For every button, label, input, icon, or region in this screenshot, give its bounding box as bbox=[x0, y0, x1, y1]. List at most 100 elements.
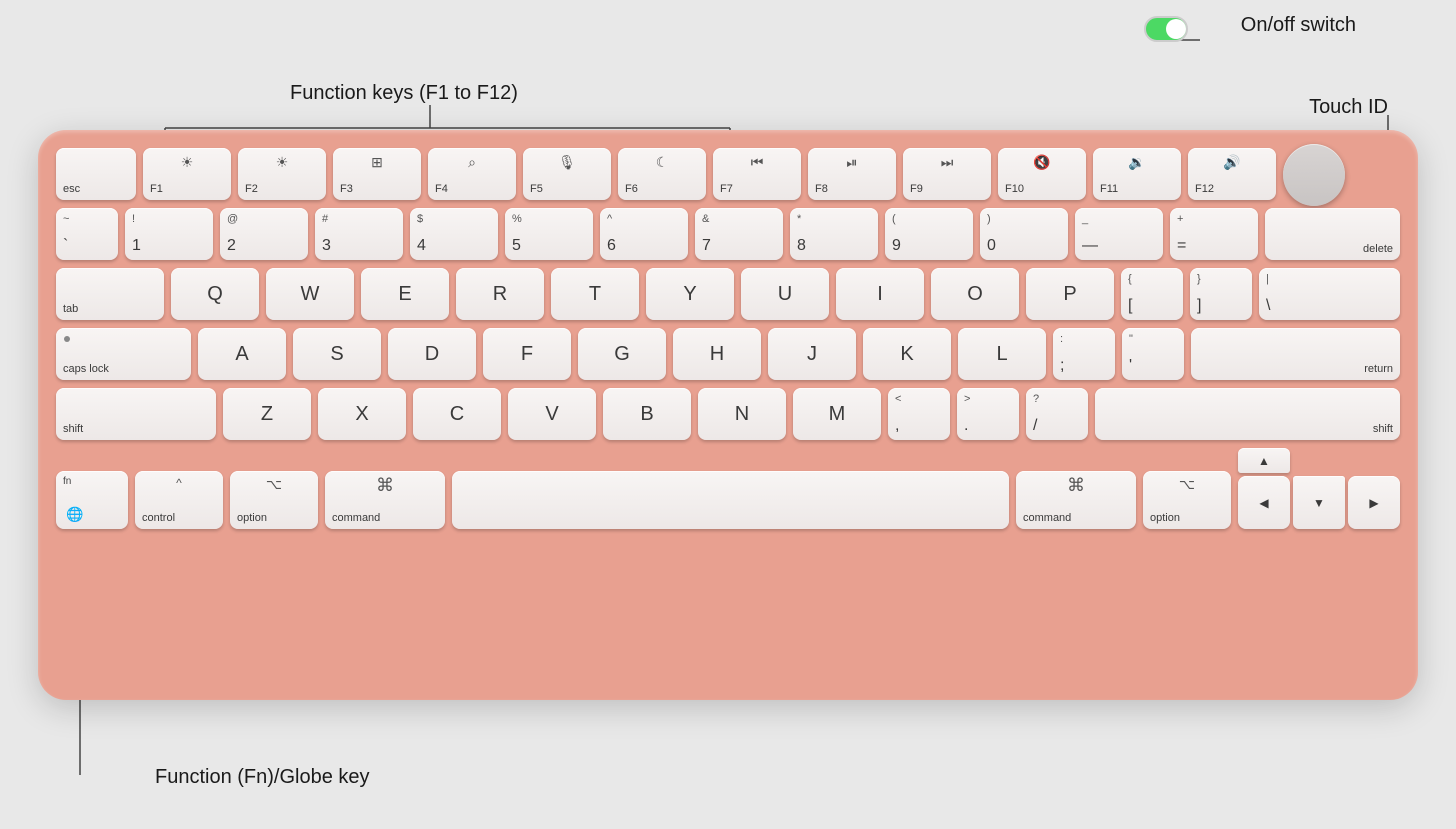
key-f2[interactable]: ☀ F2 bbox=[238, 148, 326, 200]
caps-lock-led bbox=[64, 336, 70, 342]
key-9[interactable]: ( 9 bbox=[885, 208, 973, 260]
key-command-right[interactable]: ⌘ command bbox=[1016, 471, 1136, 529]
key-touchid[interactable] bbox=[1283, 144, 1345, 206]
key-r[interactable]: R bbox=[456, 268, 544, 320]
key-b[interactable]: B bbox=[603, 388, 691, 440]
key-j[interactable]: J bbox=[768, 328, 856, 380]
key-p[interactable]: P bbox=[1026, 268, 1114, 320]
key-e[interactable]: E bbox=[361, 268, 449, 320]
key-control[interactable]: ^ control bbox=[135, 471, 223, 529]
key-6[interactable]: ^ 6 bbox=[600, 208, 688, 260]
key-f7[interactable]: ⏮ F7 bbox=[713, 148, 801, 200]
key-c[interactable]: C bbox=[413, 388, 501, 440]
key-2[interactable]: @ 2 bbox=[220, 208, 308, 260]
key-m[interactable]: M bbox=[793, 388, 881, 440]
key-v[interactable]: V bbox=[508, 388, 596, 440]
globe-icon: 🌐 bbox=[66, 506, 83, 523]
key-shift-left[interactable]: shift bbox=[56, 388, 216, 440]
key-i[interactable]: I bbox=[836, 268, 924, 320]
key-k[interactable]: K bbox=[863, 328, 951, 380]
onoff-toggle[interactable] bbox=[1144, 16, 1188, 42]
key-o[interactable]: O bbox=[931, 268, 1019, 320]
key-backtick[interactable]: ~ ` bbox=[56, 208, 118, 260]
key-l[interactable]: L bbox=[958, 328, 1046, 380]
key-u[interactable]: U bbox=[741, 268, 829, 320]
key-8[interactable]: * 8 bbox=[790, 208, 878, 260]
key-backslash[interactable]: | \ bbox=[1259, 268, 1400, 320]
globe-label: Function (Fn)/Globe key bbox=[155, 766, 370, 789]
key-f11[interactable]: 🔉 F11 bbox=[1093, 148, 1181, 200]
key-period[interactable]: > . bbox=[957, 388, 1019, 440]
f12-label: F12 bbox=[1195, 183, 1214, 195]
key-g[interactable]: G bbox=[578, 328, 666, 380]
key-3[interactable]: # 3 bbox=[315, 208, 403, 260]
f2-label: F2 bbox=[245, 183, 258, 195]
fnkeys-label: Function keys (F1 to F12) bbox=[290, 82, 518, 105]
key-option-left[interactable]: ⌥ option bbox=[230, 471, 318, 529]
key-equals[interactable]: + = bbox=[1170, 208, 1258, 260]
key-comma[interactable]: < , bbox=[888, 388, 950, 440]
key-7[interactable]: & 7 bbox=[695, 208, 783, 260]
bottom-key-row: fn 🌐 ^ control ⌥ option ⌘ command ⌘ bbox=[56, 448, 1400, 529]
f3-icon: ⊞ bbox=[371, 154, 383, 171]
key-d[interactable]: D bbox=[388, 328, 476, 380]
key-fn-globe[interactable]: fn 🌐 bbox=[56, 471, 128, 529]
key-capslock[interactable]: caps lock bbox=[56, 328, 191, 380]
key-f4[interactable]: ⌕ F4 bbox=[428, 148, 516, 200]
key-arrow-down[interactable]: ▼ bbox=[1293, 476, 1345, 529]
number-key-row: ~ ` ! 1 @ 2 # 3 $ 4 % 5 bbox=[56, 208, 1400, 260]
key-f9[interactable]: ⏭ F9 bbox=[903, 148, 991, 200]
key-f3[interactable]: ⊞ F3 bbox=[333, 148, 421, 200]
key-a[interactable]: A bbox=[198, 328, 286, 380]
key-arrow-up[interactable]: ▲ bbox=[1238, 448, 1290, 473]
key-f1[interactable]: ☀ F1 bbox=[143, 148, 231, 200]
key-5[interactable]: % 5 bbox=[505, 208, 593, 260]
f5-label: F5 bbox=[530, 183, 543, 195]
arrow-bottom-row: ◀ ▼ ▶ bbox=[1238, 476, 1400, 529]
key-1[interactable]: ! 1 bbox=[125, 208, 213, 260]
key-spacebar[interactable] bbox=[452, 471, 1009, 529]
function-key-row: esc ☀ F1 ☀ F2 ⊞ F3 ⌕ F4 🎙 F5 bbox=[56, 148, 1400, 200]
key-s[interactable]: S bbox=[293, 328, 381, 380]
key-w[interactable]: W bbox=[266, 268, 354, 320]
key-x[interactable]: X bbox=[318, 388, 406, 440]
f5-icon: 🎙 bbox=[558, 154, 576, 171]
key-0[interactable]: ) 0 bbox=[980, 208, 1068, 260]
f1-icon: ☀ bbox=[181, 154, 194, 171]
key-z[interactable]: Z bbox=[223, 388, 311, 440]
key-command-left[interactable]: ⌘ command bbox=[325, 471, 445, 529]
key-minus[interactable]: _ — bbox=[1075, 208, 1163, 260]
key-slash[interactable]: ? / bbox=[1026, 388, 1088, 440]
keyboard-body: esc ☀ F1 ☀ F2 ⊞ F3 ⌕ F4 🎙 F5 bbox=[38, 130, 1418, 700]
key-f[interactable]: F bbox=[483, 328, 571, 380]
f11-icon: 🔉 bbox=[1128, 154, 1145, 171]
key-arrow-left[interactable]: ◀ bbox=[1238, 476, 1290, 529]
key-f10[interactable]: 🔇 F10 bbox=[998, 148, 1086, 200]
key-return[interactable]: return bbox=[1191, 328, 1400, 380]
key-n[interactable]: N bbox=[698, 388, 786, 440]
key-quote[interactable]: " ' bbox=[1122, 328, 1184, 380]
key-delete[interactable]: delete bbox=[1265, 208, 1400, 260]
key-rbracket[interactable]: } ] bbox=[1190, 268, 1252, 320]
key-t[interactable]: T bbox=[551, 268, 639, 320]
f2-icon: ☀ bbox=[276, 154, 289, 171]
key-f8[interactable]: ⏯ F8 bbox=[808, 148, 896, 200]
key-esc[interactable]: esc bbox=[56, 148, 136, 200]
key-y[interactable]: Y bbox=[646, 268, 734, 320]
key-f6[interactable]: ☾ F6 bbox=[618, 148, 706, 200]
key-f12[interactable]: 🔊 F12 bbox=[1188, 148, 1276, 200]
key-semicolon[interactable]: : ; bbox=[1053, 328, 1115, 380]
key-arrow-right[interactable]: ▶ bbox=[1348, 476, 1400, 529]
key-q[interactable]: Q bbox=[171, 268, 259, 320]
key-lbracket[interactable]: { [ bbox=[1121, 268, 1183, 320]
tab-key-row: tab Q W E R T Y U I O P { [ } ] | \ bbox=[56, 268, 1400, 320]
cmd-right-sym: ⌘ bbox=[1067, 475, 1085, 496]
key-shift-right[interactable]: shift bbox=[1095, 388, 1400, 440]
arrow-cluster: ▲ ◀ ▼ ▶ bbox=[1238, 448, 1400, 529]
key-4[interactable]: $ 4 bbox=[410, 208, 498, 260]
key-tab[interactable]: tab bbox=[56, 268, 164, 320]
key-option-right[interactable]: ⌥ option bbox=[1143, 471, 1231, 529]
f9-label: F9 bbox=[910, 183, 923, 195]
key-h[interactable]: H bbox=[673, 328, 761, 380]
key-f5[interactable]: 🎙 F5 bbox=[523, 148, 611, 200]
